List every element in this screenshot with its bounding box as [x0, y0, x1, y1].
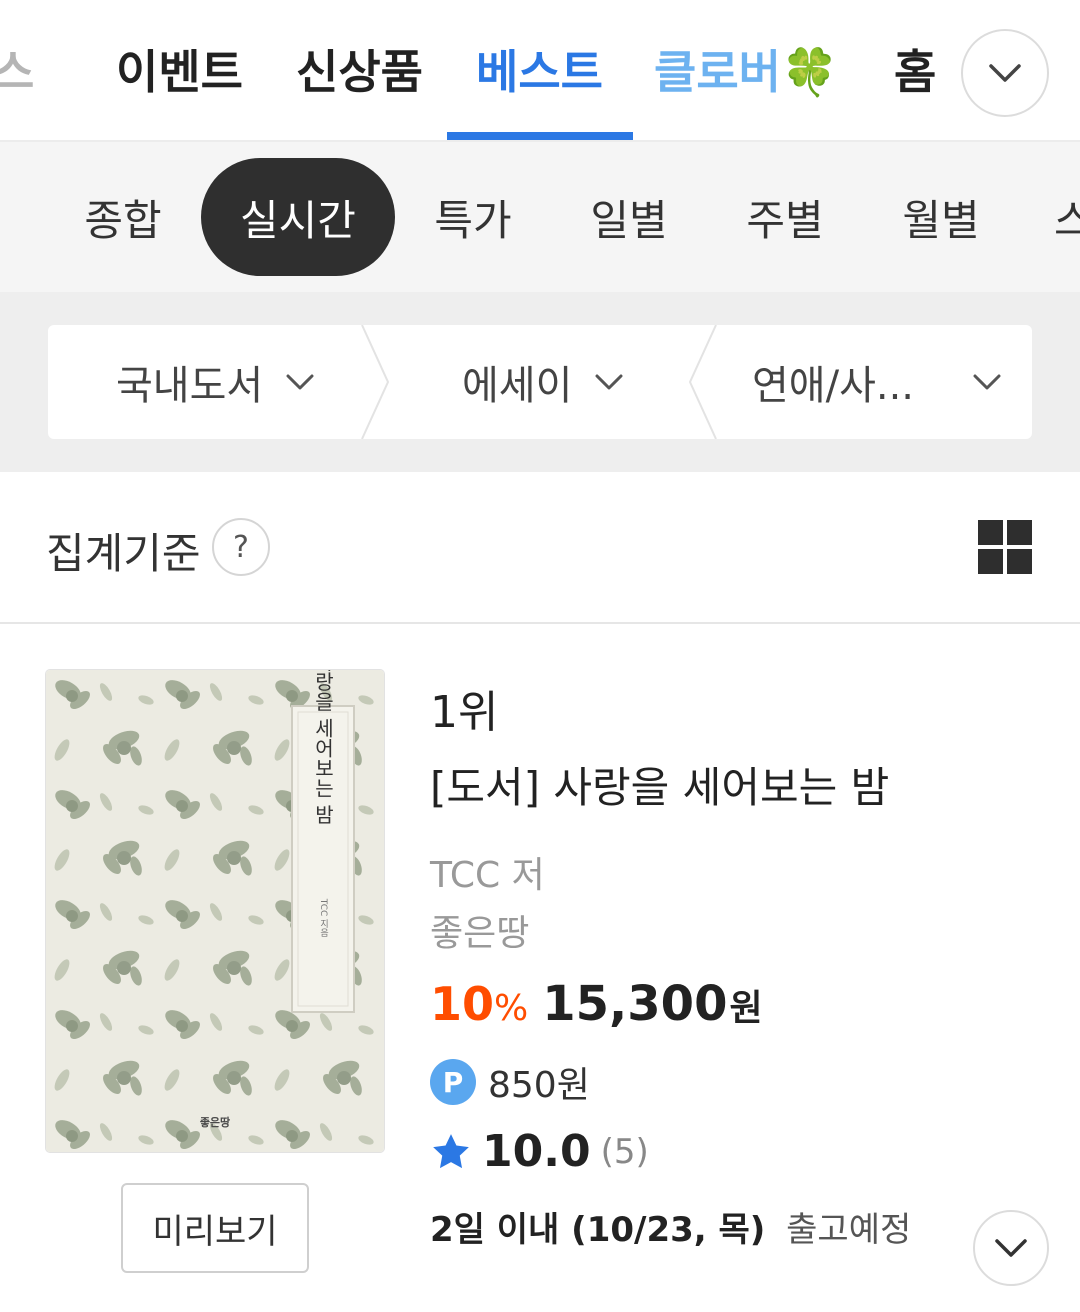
top-category-nav: 스 이벤트 신상품 베스트 클로버🍀 홈: [0, 0, 1080, 142]
shipping-status: 출고예정: [786, 1210, 912, 1250]
sale-price: 15,300: [542, 976, 728, 1032]
criteria-row: 집계기준 ?: [0, 472, 1080, 624]
active-tab-indicator: [447, 132, 633, 140]
book-cover-image[interactable]: 사랑을 세어보는 밤 TCC 지음 좋은땅: [46, 670, 384, 1152]
period-tabs: 종합 실시간 특가 일별 주별 월별 스: [0, 142, 1080, 292]
tab-new-products[interactable]: 신상품: [296, 36, 423, 102]
help-button[interactable]: ?: [212, 518, 270, 576]
period-tab-monthly[interactable]: 월별: [878, 158, 1004, 276]
cover-publisher-mark: 좋은땅: [200, 1115, 230, 1129]
category-filter-bar: 국내도서 에세이 연애/사...: [0, 292, 1080, 472]
chevron-down-icon: [989, 64, 1021, 82]
period-tab-partial[interactable]: 스: [1054, 158, 1080, 276]
tab-previous-partial[interactable]: 스: [0, 36, 34, 102]
product-title[interactable]: [도서] 사랑을 세어보는 밤: [430, 754, 889, 815]
rating-score: 10.0: [482, 1126, 591, 1177]
grid-view-icon[interactable]: [978, 520, 1032, 574]
period-tab-daily[interactable]: 일별: [566, 158, 692, 276]
shipping-date: 2일 이내 (10/23, 목): [430, 1210, 766, 1250]
cover-title: 사랑을 세어보는 밤: [311, 670, 335, 824]
product-publisher[interactable]: 좋은땅: [430, 904, 529, 956]
product-author[interactable]: TCC 저: [430, 846, 545, 898]
tab-events[interactable]: 이벤트: [116, 36, 243, 102]
cover-author: TCC 지음: [318, 898, 328, 937]
price-unit: 원: [729, 988, 763, 1029]
rating-row[interactable]: 10.0 (5): [430, 1126, 649, 1177]
point-value: 850원: [488, 1065, 590, 1106]
discount-percent-sign: %: [494, 988, 529, 1029]
category-label: 에세이: [462, 363, 573, 409]
breadcrumb-separator-icon: [361, 325, 390, 439]
expand-menu-button[interactable]: [961, 29, 1049, 117]
period-tab-special[interactable]: 특가: [410, 158, 536, 276]
chevron-down-icon: [995, 1239, 1027, 1257]
rank-label: 1위: [430, 687, 499, 738]
tab-home[interactable]: 홈: [894, 36, 936, 102]
discount-rate: 10: [430, 977, 495, 1031]
criteria-label: 집계기준: [46, 529, 201, 578]
review-count: (5): [600, 1131, 649, 1172]
point-icon: P: [430, 1059, 476, 1105]
category-breadcrumb: 국내도서 에세이 연애/사...: [48, 325, 1032, 439]
category-essay[interactable]: 에세이: [462, 325, 624, 439]
shipping-info: 2일 이내 (10/23, 목) 출고예정: [430, 1202, 911, 1251]
star-icon: [433, 1133, 469, 1168]
preview-button[interactable]: 미리보기: [121, 1183, 309, 1273]
period-tab-realtime[interactable]: 실시간: [201, 158, 395, 276]
category-label: 국내도서: [116, 363, 264, 409]
tab-clover[interactable]: 클로버🍀: [654, 36, 838, 102]
point-row: P 850원: [430, 1056, 590, 1108]
period-tab-weekly[interactable]: 주별: [722, 158, 848, 276]
tab-best[interactable]: 베스트: [476, 36, 603, 102]
price-row: 10 % 15,300 원: [430, 976, 763, 1032]
chevron-down-icon: [285, 373, 315, 391]
book-cover-art: 사랑을 세어보는 밤 TCC 지음 좋은땅: [46, 670, 384, 1152]
period-tab-overall[interactable]: 종합: [60, 158, 186, 276]
category-domestic-books[interactable]: 국내도서: [116, 325, 315, 439]
category-romance[interactable]: 연애/사...: [752, 325, 1002, 439]
category-label: 연애/사...: [752, 363, 915, 409]
expand-details-button[interactable]: [973, 1210, 1049, 1286]
breadcrumb-separator-icon: [688, 325, 717, 439]
chevron-down-icon: [972, 373, 1002, 391]
chevron-down-icon: [594, 373, 624, 391]
